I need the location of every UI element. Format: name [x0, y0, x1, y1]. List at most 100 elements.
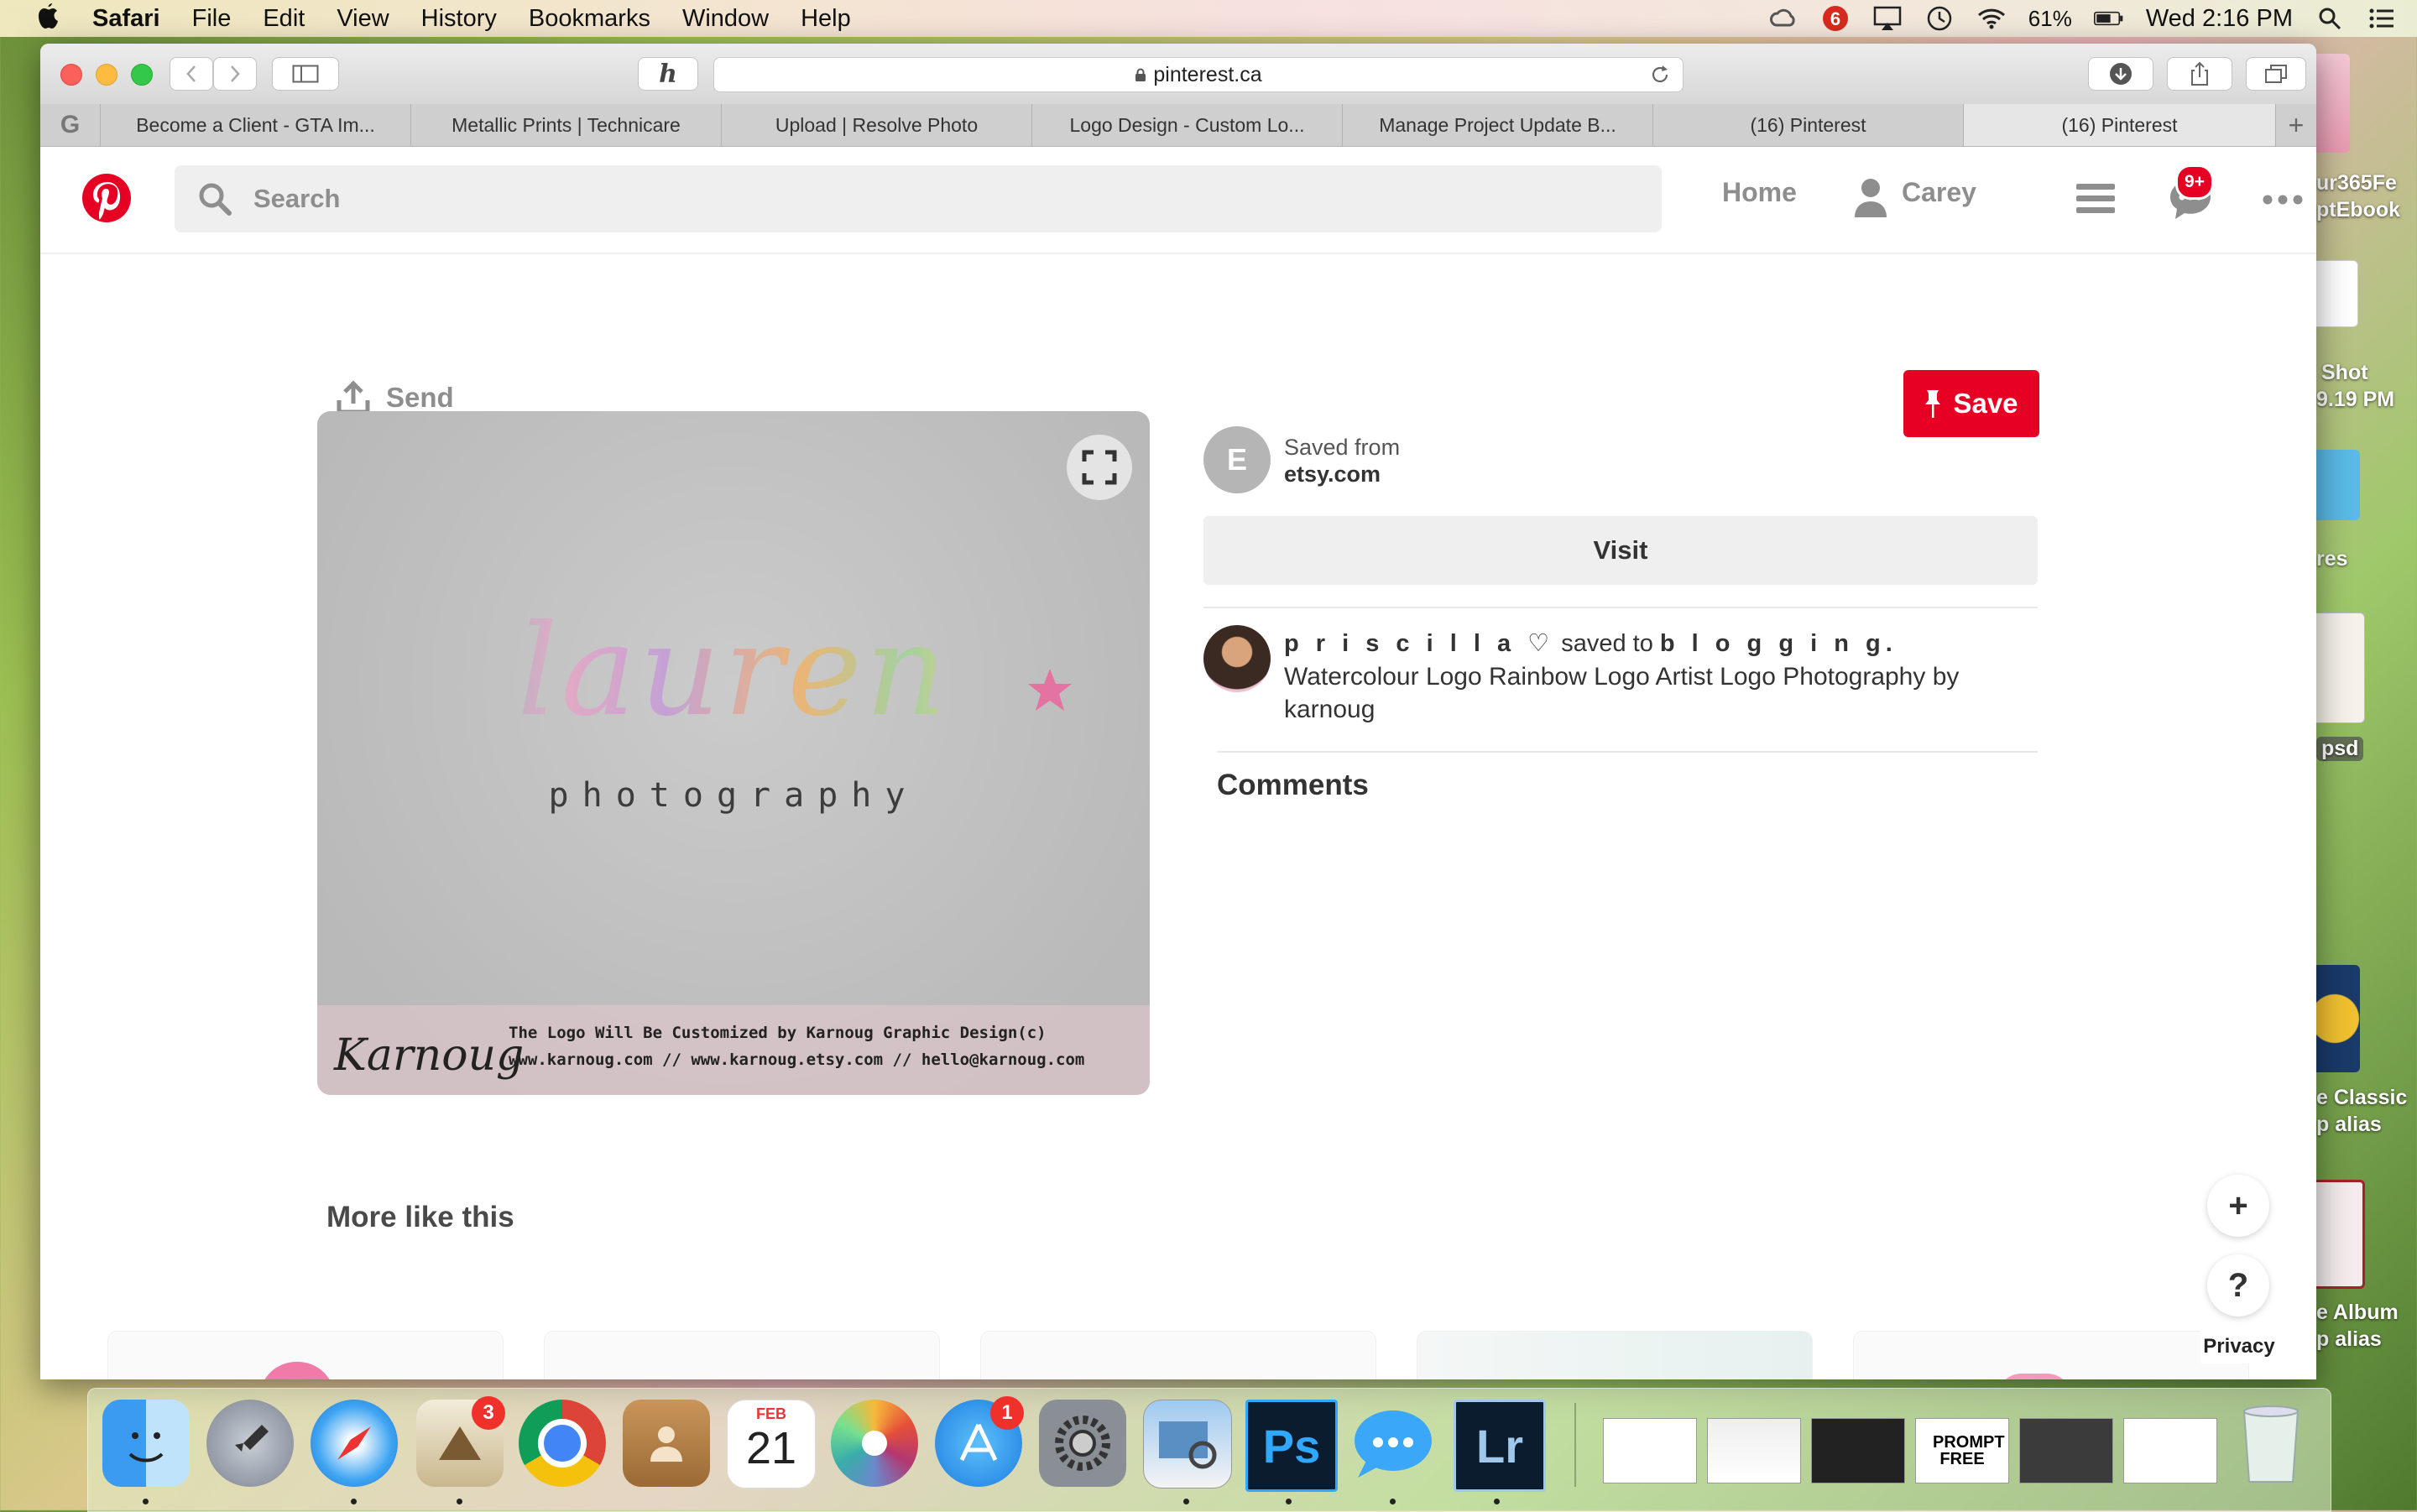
address-bar[interactable]: pinterest.ca [713, 57, 1684, 92]
airplay-icon[interactable] [1872, 5, 1903, 32]
desktop-label[interactable]: psd [2316, 737, 2364, 761]
new-tab-button[interactable]: + [2276, 104, 2316, 146]
menu-clock[interactable]: Wed 2:16 PM [2146, 5, 2293, 33]
share-button[interactable] [2167, 57, 2232, 91]
user-profile-icon[interactable] [1853, 177, 1888, 219]
lightroom-dock-icon[interactable]: Lr [1454, 1400, 1546, 1492]
desktop-app-alias-icon[interactable] [2310, 1180, 2365, 1289]
desktop-label[interactable]: e Album [2316, 1301, 2399, 1325]
honey-extension-button[interactable]: h [638, 57, 698, 91]
downloads-button[interactable] [2088, 57, 2153, 91]
menu-view[interactable]: View [337, 5, 389, 33]
pinterest-logo-icon[interactable] [82, 174, 131, 222]
finder-icon[interactable] [102, 1400, 190, 1487]
saver-avatar[interactable] [1203, 625, 1271, 692]
sidebar-toggle-button[interactable] [272, 57, 339, 91]
desktop-label[interactable]: res [2316, 547, 2348, 571]
chrome-dock-icon[interactable] [519, 1400, 606, 1487]
photos-center-icon [862, 1431, 887, 1456]
contacts-dock-icon[interactable] [623, 1400, 710, 1487]
menu-bookmarks[interactable]: Bookmarks [529, 5, 650, 33]
tab-active[interactable]: (16) Pinterest [1964, 104, 2276, 146]
minimized-window-thumbnail[interactable] [2019, 1418, 2113, 1483]
minimized-window-thumbnail[interactable] [2123, 1418, 2217, 1483]
tab[interactable]: Logo Design - Custom Lo... [1032, 104, 1343, 146]
minimize-window-button[interactable] [96, 64, 117, 86]
tab[interactable]: Become a Client - GTA Im... [101, 104, 411, 146]
zoom-window-button[interactable] [131, 64, 153, 86]
nav-home-link[interactable]: Home [1722, 177, 1797, 208]
send-button[interactable]: Send [336, 380, 454, 415]
minimized-window-thumbnail[interactable]: PROMPT FREE [1915, 1418, 2009, 1483]
desktop-label[interactable]: 9.19 PM [2316, 388, 2394, 412]
related-pin-card[interactable] [1853, 1331, 2249, 1379]
launchpad-icon[interactable] [206, 1400, 294, 1487]
menu-app-name[interactable]: Safari [92, 5, 160, 33]
desktop-label[interactable]: ur365Fe [2316, 171, 2397, 196]
menu-window[interactable]: Window [682, 5, 769, 33]
tab-pinned-google[interactable]: G [40, 104, 101, 146]
tab[interactable]: Metallic Prints | Technicare [411, 104, 722, 146]
reload-icon[interactable] [1649, 64, 1671, 86]
desktop-label[interactable]: Shot [2321, 361, 2368, 385]
battery-icon[interactable] [2093, 5, 2124, 32]
related-pin-card[interactable] [107, 1331, 504, 1379]
source-domain[interactable]: etsy.com [1284, 461, 1381, 487]
search-bar[interactable] [175, 165, 1662, 232]
notification-app-icon[interactable]: 6 [1820, 5, 1851, 32]
desktop-folder-icon[interactable] [2310, 450, 2360, 520]
tab[interactable]: (16) Pinterest [1653, 104, 1964, 146]
visit-button[interactable]: Visit [1203, 516, 2038, 585]
apple-menu-icon[interactable] [34, 3, 62, 34]
desktop-file-thumbnail[interactable] [2310, 613, 2365, 723]
expand-image-button[interactable] [1067, 435, 1132, 500]
tab[interactable]: Manage Project Update B... [1343, 104, 1653, 146]
forward-button[interactable] [213, 57, 257, 91]
tab-overview-button[interactable] [2246, 57, 2306, 91]
nav-profile-link[interactable]: Carey [1902, 177, 1976, 208]
menu-lines-icon[interactable] [2076, 182, 2115, 216]
help-button[interactable]: ? [2207, 1254, 2269, 1316]
spotlight-search-icon[interactable] [2315, 5, 2345, 32]
search-input[interactable] [252, 183, 1514, 215]
related-pin-card[interactable] [1417, 1331, 1813, 1379]
calendar-dock-icon[interactable]: FEB 21 [727, 1400, 816, 1489]
desktop-label[interactable]: e Classic [2316, 1086, 2407, 1110]
minimized-window-thumbnail[interactable] [1811, 1418, 1905, 1483]
more-options-icon[interactable] [2263, 194, 2303, 206]
minimized-window-thumbnail[interactable] [1707, 1418, 1801, 1483]
notification-center-icon[interactable] [2367, 5, 2397, 32]
tab[interactable]: Upload | Resolve Photo [722, 104, 1032, 146]
saved-from-section[interactable]: E Saved from etsy.com [1203, 426, 2043, 497]
saver-board[interactable]: b l o g g i n g. [1660, 630, 1898, 657]
menu-help[interactable]: Help [801, 5, 851, 33]
desktop-file-thumbnail[interactable] [2310, 260, 2358, 327]
safari-dock-icon[interactable] [311, 1400, 398, 1487]
creative-cloud-icon[interactable] [1768, 5, 1798, 32]
desktop-label[interactable]: p alias [2316, 1113, 2382, 1137]
photoshop-dock-icon[interactable]: Ps [1245, 1400, 1338, 1492]
desktop-app-alias-icon[interactable] [2310, 965, 2360, 1072]
back-button[interactable] [170, 57, 213, 91]
close-window-button[interactable] [60, 64, 82, 86]
running-indicator [1494, 1499, 1500, 1504]
menu-history[interactable]: History [421, 5, 497, 33]
desktop-label[interactable]: p alias [2316, 1327, 2382, 1352]
create-plus-button[interactable]: + [2207, 1175, 2269, 1237]
photos-dock-icon[interactable] [831, 1400, 918, 1487]
saver-name[interactable]: p r i s c i l l a ♡ [1284, 630, 1554, 657]
messages-dock-icon[interactable] [1349, 1400, 1437, 1487]
desktop-label[interactable]: ptEbook [2316, 198, 2400, 222]
system-preferences-dock-icon[interactable] [1039, 1400, 1126, 1487]
wifi-icon[interactable] [1976, 5, 2007, 32]
preview-dock-icon[interactable] [1143, 1400, 1232, 1489]
pin-image[interactable]: lauren cali photography Karnoug The Logo… [317, 411, 1150, 1095]
time-machine-icon[interactable] [1924, 5, 1955, 32]
privacy-link[interactable]: Privacy [2200, 1330, 2278, 1363]
menu-file[interactable]: File [192, 5, 232, 33]
minimized-window-thumbnail[interactable] [1603, 1418, 1697, 1483]
related-pin-card[interactable] [980, 1331, 1376, 1379]
related-pin-card[interactable] [544, 1331, 940, 1379]
trash-dock-icon[interactable] [2227, 1400, 2315, 1487]
menu-edit[interactable]: Edit [263, 5, 305, 33]
